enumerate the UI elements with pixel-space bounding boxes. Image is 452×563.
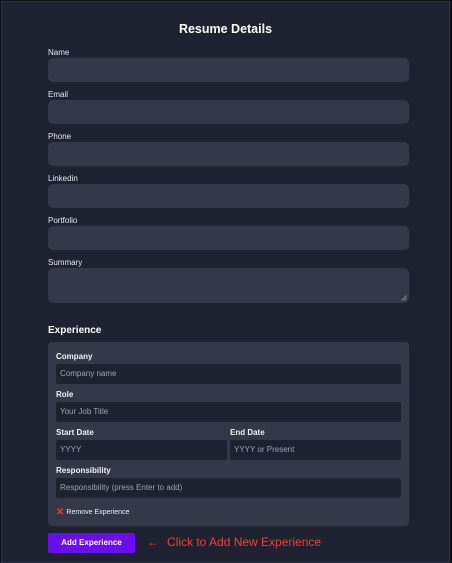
email-label: Email [48, 90, 69, 99]
resize-grip-icon[interactable] [401, 295, 407, 301]
portfolio-label: Portfolio [48, 216, 78, 225]
close-icon: ✕ [56, 507, 65, 518]
summary-label: Summary [48, 258, 83, 267]
responsibility-label: Responsibility [56, 466, 111, 475]
email-field[interactable] [48, 100, 409, 124]
resume-form-panel: Resume Details Name Email Phone Linkedin… [1, 1, 450, 563]
role-label: Role [56, 390, 74, 399]
name-field[interactable] [48, 58, 409, 82]
end-date-label: End Date [230, 428, 265, 437]
company-label: Company [56, 352, 93, 361]
end-date-input[interactable]: YYYY or Present [230, 440, 401, 460]
experience-section-title: Experience [48, 325, 102, 336]
linkedin-field[interactable] [48, 184, 409, 208]
start-date-label: Start Date [56, 428, 94, 437]
name-label: Name [48, 48, 70, 57]
phone-label: Phone [48, 132, 72, 141]
portfolio-field[interactable] [48, 226, 409, 250]
add-experience-hint: ← Click to Add New Experience [147, 535, 321, 549]
company-input[interactable]: Company name [56, 364, 401, 384]
experience-card: Company Company name Role Your Job Title… [48, 342, 409, 526]
linkedin-label: Linkedin [48, 174, 78, 183]
phone-field[interactable] [48, 142, 409, 166]
hint-text: Click to Add New Experience [167, 535, 322, 549]
page-title: Resume Details [178, 22, 273, 36]
remove-experience-label: Remove Experience [66, 509, 130, 516]
role-input[interactable]: Your Job Title [56, 402, 401, 422]
arrow-left-icon: ← [147, 535, 159, 549]
add-experience-button[interactable]: Add Experience [48, 533, 135, 553]
remove-experience-button[interactable]: ✕ Remove Experience [56, 507, 129, 518]
responsibility-input[interactable]: Responsibility (press Enter to add) [56, 478, 401, 498]
start-date-input[interactable]: YYYY [56, 440, 227, 460]
summary-textarea[interactable] [48, 268, 409, 303]
